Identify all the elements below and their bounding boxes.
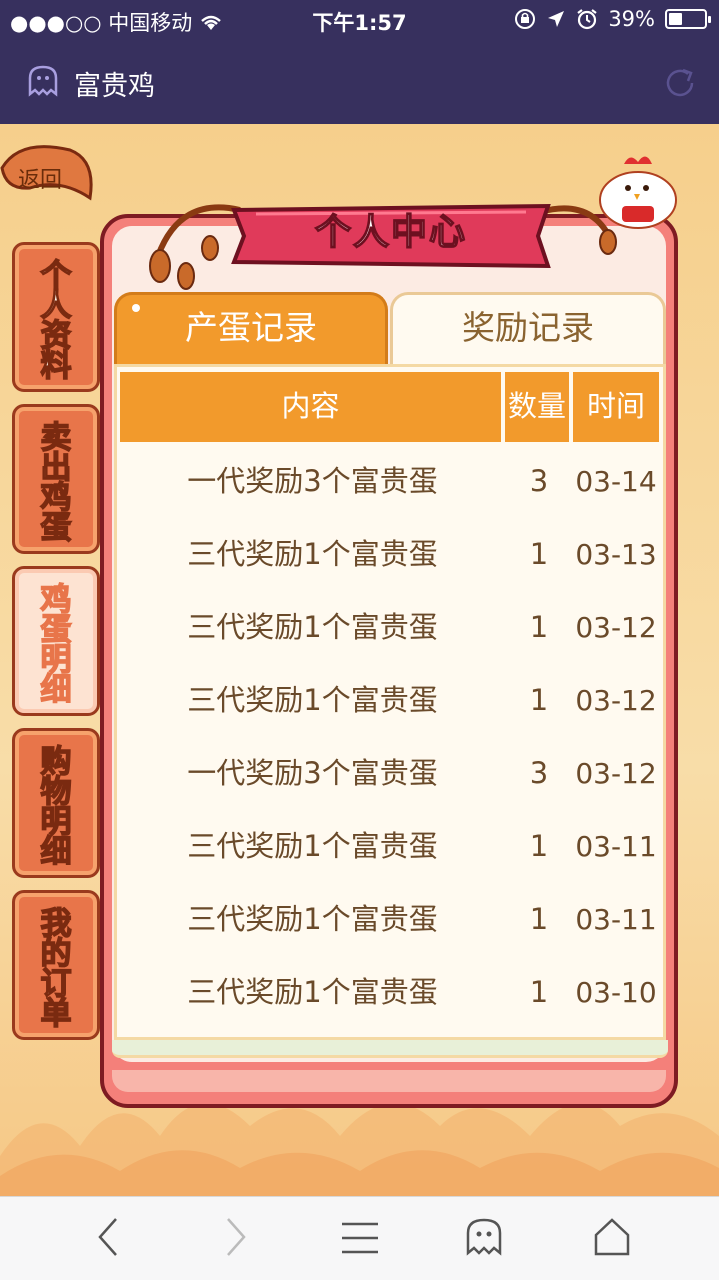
back-arrow-icon[interactable] [96, 1217, 120, 1257]
table-row: 一代奖励3个富贵蛋 3 03-12 [120, 737, 660, 810]
chicken-mascot [599, 156, 677, 229]
records-table: 内容 数量 时间 一代奖励3个富贵蛋 3 03-14 三代奖励1个富贵蛋 1 0… [114, 364, 666, 1040]
nav-bar: 富贵鸡 [0, 40, 719, 124]
tab-reward-records[interactable]: 奖励记录 [390, 292, 666, 364]
cell-content: 三代奖励1个富贵蛋 [187, 610, 438, 644]
tab-highlight-dot [132, 304, 140, 312]
cell-content: 三代奖励1个富贵蛋 [187, 829, 438, 863]
cell-time: 03-10 [575, 976, 657, 1009]
cell-time: 03-12 [575, 611, 657, 644]
alarm-icon [577, 9, 597, 30]
cell-time: 03-11 [575, 903, 657, 936]
side-tab-profile[interactable]: 个人资料 [12, 242, 100, 392]
location-icon [548, 11, 565, 27]
status-bar: ●●●○○ 中国移动 下午1:57 39% [0, 0, 719, 40]
back-label[interactable]: 返回 [18, 162, 62, 194]
battery-percent: 39% [608, 7, 655, 31]
cell-content: 一代奖励3个富贵蛋 [187, 756, 438, 790]
cell-time: 03-12 [575, 684, 657, 717]
cell-quantity: 1 [529, 610, 549, 644]
ghost-icon [28, 65, 58, 97]
refresh-icon[interactable] [661, 64, 699, 102]
cell-time: 03-11 [575, 830, 657, 863]
side-tab-label: 购物明细 [40, 744, 73, 870]
rotation-lock-icon [515, 9, 536, 29]
header-time: 时间 [573, 372, 659, 442]
cell-quantity: 1 [529, 537, 549, 571]
table-row: 三代奖励1个富贵蛋 1 03-11 [120, 810, 660, 883]
table-row: 三代奖励1个富贵蛋 1 03-13 [120, 518, 660, 591]
side-tab-label: 卖出鸡蛋 [40, 420, 73, 546]
side-tab-label: 鸡蛋明细 [40, 582, 73, 708]
side-tab-shopping-details[interactable]: 购物明细 [12, 728, 100, 878]
table-row: 一代奖励3个富贵蛋 3 03-14 [120, 445, 660, 518]
cell-content: 三代奖励1个富贵蛋 [187, 902, 438, 936]
ghost-icon[interactable] [464, 1217, 504, 1257]
header-quantity: 数量 [505, 372, 569, 442]
cell-content: 三代奖励1个富贵蛋 [187, 683, 438, 717]
table-header: 内容 数量 时间 [120, 372, 660, 442]
header-content: 内容 [120, 372, 501, 442]
cell-quantity: 1 [529, 829, 549, 863]
status-right: 39% [514, 7, 711, 31]
table-row: 三代奖励1个富贵蛋 1 03-12 [120, 591, 660, 664]
page-title: 富贵鸡 [74, 71, 155, 102]
battery-icon [665, 9, 711, 29]
home-icon[interactable] [592, 1217, 632, 1257]
side-tab-my-orders[interactable]: 我的订单 [12, 890, 100, 1040]
cell-time: 03-13 [575, 538, 657, 571]
browser-toolbar [0, 1196, 719, 1280]
table-row: 三代奖励1个富贵蛋 1 03-11 [120, 883, 660, 956]
side-tab-sell-eggs[interactable]: 卖出鸡蛋 [12, 404, 100, 554]
table-row: 三代奖励1个富贵蛋 1 03-10 [120, 956, 660, 1029]
cell-quantity: 3 [529, 464, 549, 498]
table-row: 三代奖励1个富贵蛋 1 03-12 [120, 664, 660, 737]
cell-content: 三代奖励1个富贵蛋 [187, 975, 438, 1009]
cell-quantity: 1 [529, 902, 549, 936]
menu-icon[interactable] [340, 1221, 380, 1255]
cell-time: 03-14 [575, 465, 657, 498]
cell-quantity: 1 [529, 683, 549, 717]
forward-arrow-icon[interactable] [224, 1217, 248, 1257]
panel-bottom-stripe [112, 1070, 666, 1092]
cell-quantity: 3 [529, 756, 549, 790]
cell-content: 一代奖励3个富贵蛋 [187, 464, 438, 498]
tab-egg-records[interactable]: 产蛋记录 [114, 292, 388, 364]
table-bottom-edge [112, 1040, 668, 1058]
side-tab-label: 个人资料 [40, 258, 73, 384]
side-tab-label: 我的订单 [40, 906, 73, 1032]
cell-content: 三代奖励1个富贵蛋 [187, 537, 438, 571]
cell-time: 03-12 [575, 757, 657, 790]
cell-quantity: 1 [529, 975, 549, 1009]
header-title: 个人中心 [314, 211, 467, 254]
side-tab-egg-details[interactable]: 鸡蛋明细 [12, 566, 100, 716]
